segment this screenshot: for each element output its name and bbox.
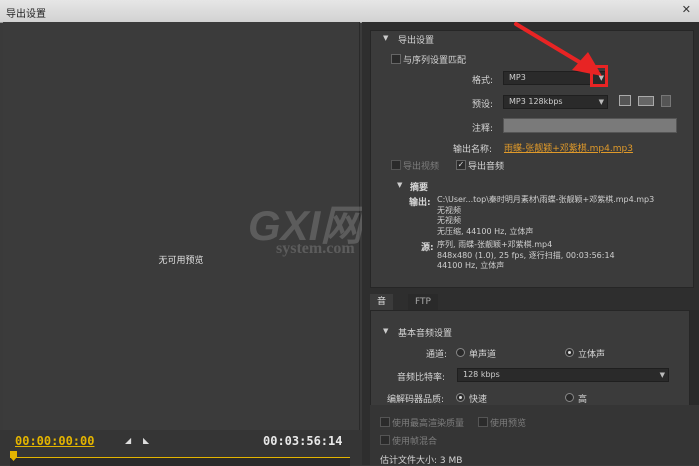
save-preset-icon[interactable] [619, 95, 631, 106]
mono-radio[interactable] [456, 348, 465, 357]
close-icon[interactable]: ✕ [682, 3, 691, 16]
summary-output-lines: C:\User...top\秦时明月素材\雨蝶-张靓颖+邓紫棋.mp4.mp3 … [437, 195, 654, 237]
collapse-icon[interactable]: ▼ [383, 34, 388, 42]
mark-out-icon[interactable]: ◣ [143, 436, 149, 445]
summary-output-label: 输出: [409, 198, 431, 208]
stereo-radio[interactable] [565, 348, 574, 357]
export-settings-title: 导出设置 [398, 36, 435, 46]
preset-select[interactable]: MP3 128kbps ▼ [503, 95, 608, 109]
audio-collapse-icon[interactable]: ▼ [383, 327, 388, 335]
format-label: 格式: [472, 76, 494, 86]
bitrate-label: 音频比特率: [397, 373, 446, 383]
use-preview-label: 使用预览 [490, 419, 527, 429]
summary-source-label: 源: [421, 243, 434, 253]
bitrate-dropdown-icon[interactable]: ▼ [660, 369, 665, 381]
watermark-domain: system.com [276, 240, 355, 257]
scrollbar[interactable] [690, 310, 699, 405]
tab-audio[interactable]: 音频 [370, 294, 394, 323]
channel-label: 通道: [426, 350, 448, 360]
comment-input[interactable] [503, 118, 677, 133]
estimated-file-size: 估计文件大小: 3 MB [380, 456, 463, 466]
codec-quality-label: 编解码器品质: [387, 395, 445, 405]
window-title: 导出设置 [6, 9, 46, 20]
in-timecode[interactable]: 00:00:00:00 [15, 434, 94, 448]
fast-radio[interactable] [456, 393, 465, 402]
tab-ftp[interactable]: FTP [408, 294, 438, 310]
summary-source-line: 44100 Hz, 立体声 [437, 261, 505, 270]
annotation-arrow [514, 22, 602, 76]
summary-title: 摘要 [410, 183, 429, 193]
max-render-checkbox[interactable] [380, 417, 390, 427]
use-preview-checkbox[interactable] [478, 417, 488, 427]
preset-dropdown-icon[interactable]: ▼ [599, 96, 604, 108]
preset-label: 预设: [472, 100, 494, 110]
frame-blend-label: 使用帧混合 [392, 437, 438, 447]
summary-collapse-icon[interactable]: ▼ [397, 181, 402, 189]
summary-output-line: 无压缩, 44100 Hz, 立体声 [437, 226, 534, 236]
high-radio[interactable] [565, 393, 574, 402]
export-video-checkbox[interactable] [391, 160, 401, 170]
high-label: 高 [578, 395, 588, 405]
bitrate-select[interactable]: 128 kbps ▼ [457, 368, 669, 382]
output-name-link[interactable]: 雨蝶-张靓颖+邓紫棋.mp4.mp3 [504, 141, 633, 154]
summary-source-lines: 序列, 雨蝶-张靓颖+邓紫棋.mp4 848x480 (1.0), 25 fps… [437, 240, 615, 272]
summary-output-line: 无视频 [437, 205, 461, 215]
frame-blend-checkbox[interactable] [380, 435, 390, 445]
stereo-label: 立体声 [578, 350, 606, 360]
max-render-label: 使用最高渲染质量 [392, 419, 465, 429]
audio-section-title: 基本音频设置 [398, 329, 453, 339]
comment-label: 注释: [472, 124, 494, 134]
mark-in-icon[interactable]: ◢ [125, 436, 131, 445]
summary-output-line: 无视频 [437, 216, 461, 225]
summary-output-line: C:\User...top\秦时明月素材\雨蝶-张靓颖+邓紫棋.mp4.mp3 [437, 195, 655, 204]
export-audio-label: 导出音频 [468, 162, 505, 172]
export-video-label: 导出视频 [403, 162, 440, 172]
mono-label: 单声道 [469, 350, 497, 360]
delete-preset-icon[interactable] [661, 95, 671, 107]
preset-value: MP3 128kbps [509, 97, 563, 106]
output-name-label: 输出名称: [453, 145, 493, 155]
bitrate-value: 128 kbps [463, 370, 500, 379]
import-preset-icon[interactable] [638, 96, 654, 106]
export-audio-checkbox[interactable]: ✓ [456, 160, 466, 170]
summary-source-line: 序列, 雨蝶-张靓颖+邓紫棋.mp4 [437, 240, 553, 249]
match-sequence-checkbox[interactable] [391, 54, 401, 64]
summary-source-line: 848x480 (1.0), 25 fps, 逐行扫描, 00:03:56:14 [437, 250, 615, 260]
fast-label: 快速 [469, 395, 488, 405]
timeline-bar: 00:00:00:00 ◢ ◣ 00:03:56:14 [0, 430, 362, 466]
match-sequence-label: 与序列设置匹配 [403, 56, 467, 66]
duration-timecode: 00:03:56:14 [263, 434, 343, 448]
